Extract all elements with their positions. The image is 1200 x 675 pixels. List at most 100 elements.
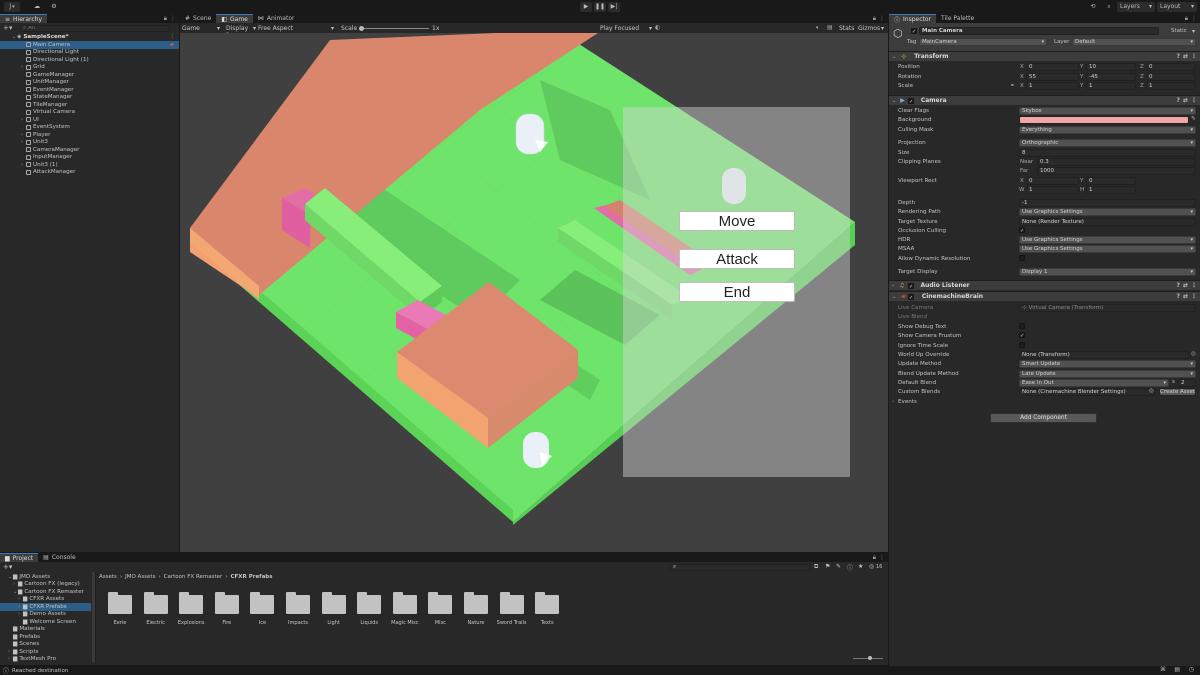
target-texture-field[interactable]: None (Render Texture) [1019, 218, 1196, 226]
collab-icon[interactable]: ⚙ [49, 2, 59, 12]
folder-item[interactable]: Texts [532, 592, 562, 628]
events-row[interactable]: › Events [889, 397, 1200, 406]
project-tree-item[interactable]: › ▆ Cartoon FX (legacy) [0, 581, 91, 589]
help-icon[interactable]: ? [1177, 293, 1180, 300]
camera-enabled-checkbox[interactable]: ✓ [908, 98, 914, 105]
add-icon[interactable]: +▾ [3, 563, 12, 571]
depth-field[interactable]: -1 [1019, 199, 1196, 207]
hierarchy-item[interactable]: Virtual Camera [0, 109, 179, 117]
more-icon[interactable]: ⋮ [1191, 97, 1197, 104]
occlusion-checkbox[interactable]: ✓ [1019, 227, 1025, 234]
viewport-w-field[interactable]: 1 [1026, 186, 1079, 194]
step-icon[interactable]: ▶| [608, 1, 620, 12]
hierarchy-item[interactable]: GameManager [0, 71, 179, 79]
hierarchy-item[interactable]: UnitManager [0, 79, 179, 87]
update-method-dropdown[interactable]: Smart Update [1019, 360, 1196, 368]
stats-button[interactable]: Stats [839, 25, 854, 32]
background-color-field[interactable] [1019, 116, 1189, 124]
blend-update-dropdown[interactable]: Late Update [1019, 370, 1196, 378]
lock-icon[interactable]: 🔒︎ [873, 554, 876, 562]
breadcrumb-item[interactable]: CFXR Prefabs [231, 574, 273, 580]
audio-listener-checkbox[interactable]: ✓ [908, 283, 914, 290]
folder-item[interactable]: Eerie [105, 592, 135, 628]
hierarchy-item[interactable]: › UI [0, 116, 179, 124]
brain-enabled-checkbox[interactable]: ✓ [908, 294, 914, 301]
transform-header[interactable]: ⌄ ⊹ Transform ? ⇄ ⋮ [889, 51, 1200, 61]
hierarchy-item[interactable]: Directional Light [0, 49, 179, 57]
folder-item[interactable]: Misc [425, 592, 455, 628]
expand-icon[interactable]: › [892, 399, 894, 405]
lock-icon[interactable]: 🔒︎ [1185, 15, 1188, 23]
play-icon[interactable]: ▶ [580, 1, 592, 12]
add-component-button[interactable]: Add Component [990, 413, 1097, 423]
hdr-dropdown[interactable]: Use Graphics Settings [1019, 236, 1196, 244]
tab-animator[interactable]: ⋈ Animator [253, 14, 300, 23]
cinemachine-brain-header[interactable]: ⌄ ▰ ✓ CinemachineBrain ? ⇄ ⋮ [889, 291, 1200, 301]
hierarchy-item[interactable]: EventManager [0, 86, 179, 94]
tag-dropdown[interactable]: MainCamera [919, 38, 1047, 46]
project-search-input[interactable]: ⌕ [670, 563, 810, 571]
hierarchy-item[interactable]: CameraManager [0, 146, 179, 154]
hierarchy-search-input[interactable]: ⌕ All [20, 24, 170, 32]
rotation-z-field[interactable]: 0 [1146, 73, 1196, 81]
debug-icon[interactable]: ⌘ [1160, 666, 1166, 673]
project-tree-item[interactable]: ⌄ ▆ Cartoon FX Remaster [0, 588, 91, 596]
toggle-icon[interactable]: ◐ [655, 24, 660, 31]
more-icon[interactable]: ⋮ [1191, 293, 1197, 300]
search-icon[interactable]: ⌕ [1104, 2, 1114, 12]
tab-hierarchy[interactable]: ≡ Hierarchy [0, 14, 48, 23]
icon-size-slider-thumb[interactable] [868, 656, 872, 660]
display-dropdown[interactable]: Display 1▾ [226, 25, 256, 39]
project-tree-item[interactable]: › ▆ CFXR Prefabs [0, 603, 91, 611]
breadcrumb-item[interactable]: Cartoon FX Remaster [164, 574, 223, 580]
msaa-dropdown[interactable]: Use Graphics Settings [1019, 245, 1196, 253]
scale-x-field[interactable]: 1 [1026, 82, 1079, 90]
add-icon[interactable]: +▾ [3, 24, 12, 32]
hierarchy-item[interactable]: Main Camera ▰ [0, 41, 179, 49]
folder-item[interactable]: Magic Misc [390, 592, 420, 628]
project-tree-item[interactable]: › ▆ CFXR Assets [0, 596, 91, 604]
folder-item[interactable]: Ice [247, 592, 277, 628]
preset-icon[interactable]: ⇄ [1183, 293, 1188, 300]
project-tree-item[interactable]: › ▆ Demo Assets [0, 611, 91, 619]
object-picker-icon[interactable]: ◎ [1191, 351, 1196, 357]
link-icon[interactable]: ⚭ [1010, 83, 1015, 89]
chevron-down-icon[interactable]: ▾ [881, 25, 884, 32]
more-icon[interactable]: ⋮ [1191, 15, 1197, 22]
far-field[interactable]: 1000 [1037, 167, 1196, 175]
lock-icon[interactable]: 🔒︎ [164, 15, 167, 23]
project-tree-item[interactable]: ▆ Scenes [0, 641, 91, 649]
position-x-field[interactable]: 0 [1026, 63, 1079, 71]
object-picker-icon[interactable]: ◎ [1149, 388, 1154, 394]
create-asset-button[interactable]: Create Asset [1159, 388, 1196, 396]
play-mode-dropdown[interactable]: Play Focused ▾ [600, 25, 652, 32]
star-icon[interactable]: ★ [858, 563, 863, 570]
custom-blends-field[interactable]: None (Cinemachine Blender Settings) [1019, 388, 1155, 396]
lock-icon[interactable]: 🔒︎ [873, 15, 876, 23]
hierarchy-item[interactable]: TileManager [0, 101, 179, 109]
project-tree-item[interactable]: ▆ Welcome Screen [0, 618, 91, 626]
folder-item[interactable]: Light [319, 592, 349, 628]
scale-slider[interactable] [359, 27, 429, 29]
near-field[interactable]: 0.3 [1037, 158, 1196, 166]
collapse-icon[interactable]: ⌄ [892, 98, 896, 104]
tree-scrollbar[interactable] [92, 572, 95, 662]
cloud-icon[interactable]: ☁ [32, 2, 42, 12]
scale-y-field[interactable]: 1 [1086, 82, 1136, 90]
history-icon[interactable]: ⟲ [1088, 2, 1098, 12]
progress-icon[interactable]: ◷ [1189, 666, 1194, 673]
help-icon[interactable]: ? [1177, 282, 1180, 289]
tab-game[interactable]: ◧ Game [216, 14, 253, 23]
filter-type-icon[interactable]: ⧉ [814, 563, 818, 571]
hierarchy-item[interactable]: EventSystem [0, 124, 179, 132]
more-icon[interactable]: ⋮ [1191, 282, 1197, 289]
audio-listener-header[interactable]: › ♫ ✓ Audio Listener ? ⇄ ⋮ [889, 280, 1200, 290]
active-checkbox[interactable]: ✓ [911, 28, 917, 35]
tab-scene[interactable]: # Scene [180, 14, 216, 23]
ignore-timescale-checkbox[interactable] [1019, 342, 1025, 348]
collapse-icon[interactable]: ⌄ [892, 54, 896, 60]
folder-item[interactable]: Electric [141, 592, 171, 628]
project-tree-item[interactable]: › ▆ TextMesh Pro [0, 656, 91, 664]
folder-item[interactable]: Explosions [176, 592, 206, 628]
hierarchy-item[interactable]: Directional Light (1) [0, 56, 179, 64]
